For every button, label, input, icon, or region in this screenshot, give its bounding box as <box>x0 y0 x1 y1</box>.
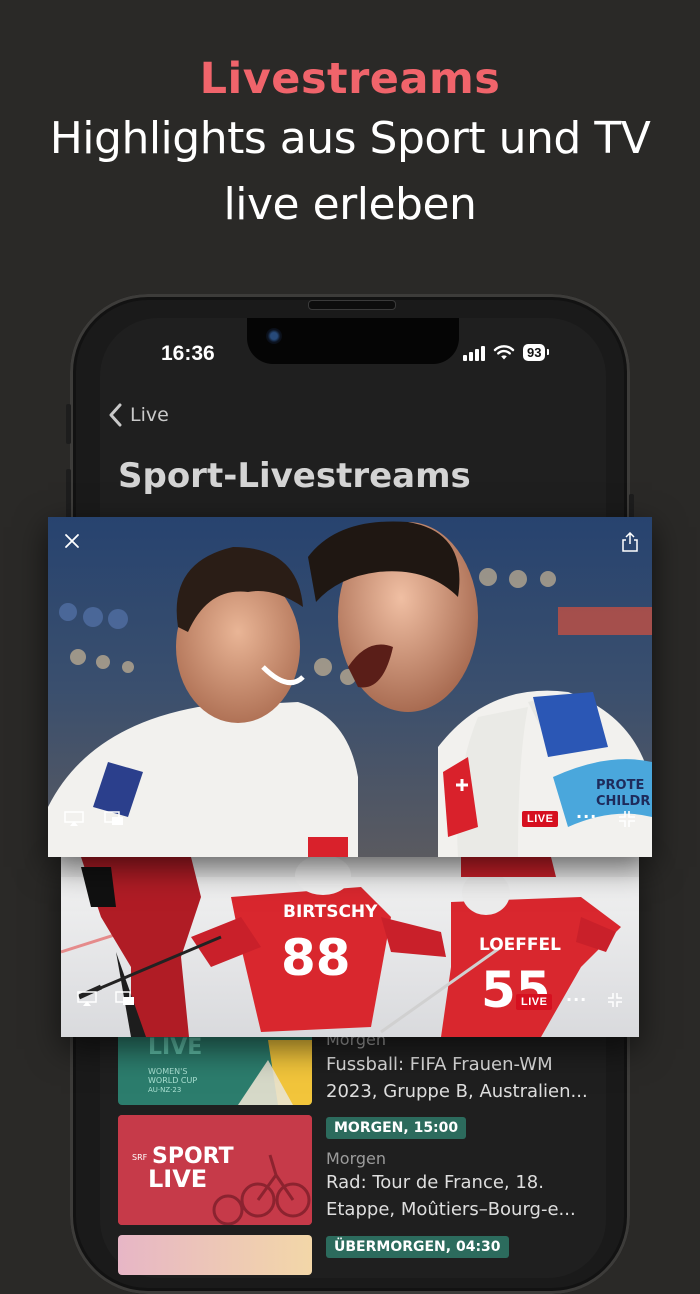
share-icon[interactable] <box>622 531 638 556</box>
video-frame-hockey: BIRTSCHY 88 LOEFFEL 55 <box>61 857 639 1037</box>
svg-text:BIRTSCHY: BIRTSCHY <box>283 902 378 922</box>
airplay-icon[interactable] <box>77 991 97 1011</box>
svg-text:LOEFFEL: LOEFFEL <box>479 935 561 955</box>
status-time: 16:36 <box>161 342 215 365</box>
picture-in-picture-icon[interactable] <box>115 991 135 1011</box>
list-item-thumbnail[interactable] <box>118 1235 312 1275</box>
wifi-icon <box>493 344 515 359</box>
phone-side-button <box>66 404 71 444</box>
cellular-signal-icon <box>463 345 485 361</box>
svg-text:CHILDR: CHILDR <box>596 794 650 809</box>
video-player-football[interactable]: PROTE CHILDR LIVE ··· <box>48 517 652 857</box>
svg-text:LIVE: LIVE <box>148 1035 202 1060</box>
svg-text:88: 88 <box>281 929 351 987</box>
svg-text:PROTE: PROTE <box>596 778 644 793</box>
status-icons: 93 <box>463 344 551 361</box>
promo-header: Livestreams Highlights aus Sport und TV … <box>0 52 700 238</box>
list-item-title[interactable]: Rad: Tour de France, 18. Etappe, Moûtier… <box>326 1169 596 1223</box>
svg-text:WOMEN'S: WOMEN'S <box>148 1067 187 1076</box>
back-button[interactable]: Live <box>108 403 169 427</box>
list-item-thumbnail[interactable]: LIVE WOMEN'S WORLD CUP AU·NZ·23 <box>118 1030 312 1105</box>
svg-text:55: 55 <box>481 961 551 1019</box>
svg-text:LIVE: LIVE <box>148 1165 207 1193</box>
more-options-button[interactable]: ··· <box>576 807 597 826</box>
promo-tagline-line-1: Highlights aus Sport und TV <box>49 113 651 164</box>
schedule-badge: ÜBERMORGEN, 04:30 <box>326 1236 509 1258</box>
close-icon[interactable] <box>64 533 80 553</box>
live-badge: LIVE <box>516 994 553 1010</box>
phone-speaker <box>308 300 396 310</box>
back-label: Live <box>130 404 169 426</box>
svg-text:WORLD CUP: WORLD CUP <box>148 1076 197 1085</box>
list-item-thumbnail[interactable]: SRF SPORT LIVE <box>118 1115 312 1225</box>
page-title: Sport-Livestreams <box>118 456 471 496</box>
more-options-button[interactable]: ··· <box>566 990 587 1009</box>
battery-indicator: 93 <box>523 344 551 361</box>
airplay-icon[interactable] <box>64 811 84 831</box>
srf-sport-live-logo: SRF SPORT LIVE <box>118 1115 312 1225</box>
video-player-hockey[interactable]: BIRTSCHY 88 LOEFFEL 55 LIVE ··· <box>61 857 639 1037</box>
list-item-subtitle: Morgen <box>326 1149 387 1168</box>
promo-kicker: Livestreams <box>199 54 501 104</box>
list-item-title[interactable]: Fussball: FIFA Frauen-WM 2023, Gruppe B,… <box>326 1051 596 1105</box>
schedule-badge: MORGEN, 15:00 <box>326 1117 467 1139</box>
video-frame-football: PROTE CHILDR <box>48 517 652 857</box>
live-badge: LIVE <box>522 811 559 827</box>
svg-text:AU·NZ·23: AU·NZ·23 <box>148 1086 181 1094</box>
front-camera <box>266 328 282 344</box>
chevron-left-icon <box>109 403 122 427</box>
minimize-icon[interactable] <box>607 992 623 1012</box>
svg-text:SRF: SRF <box>132 1153 148 1162</box>
minimize-icon[interactable] <box>618 810 636 832</box>
promo-tagline-line-2: live erleben <box>223 179 477 230</box>
fifa-womens-world-cup-logo: LIVE WOMEN'S WORLD CUP AU·NZ·23 <box>148 1035 312 1105</box>
picture-in-picture-icon[interactable] <box>104 811 124 831</box>
